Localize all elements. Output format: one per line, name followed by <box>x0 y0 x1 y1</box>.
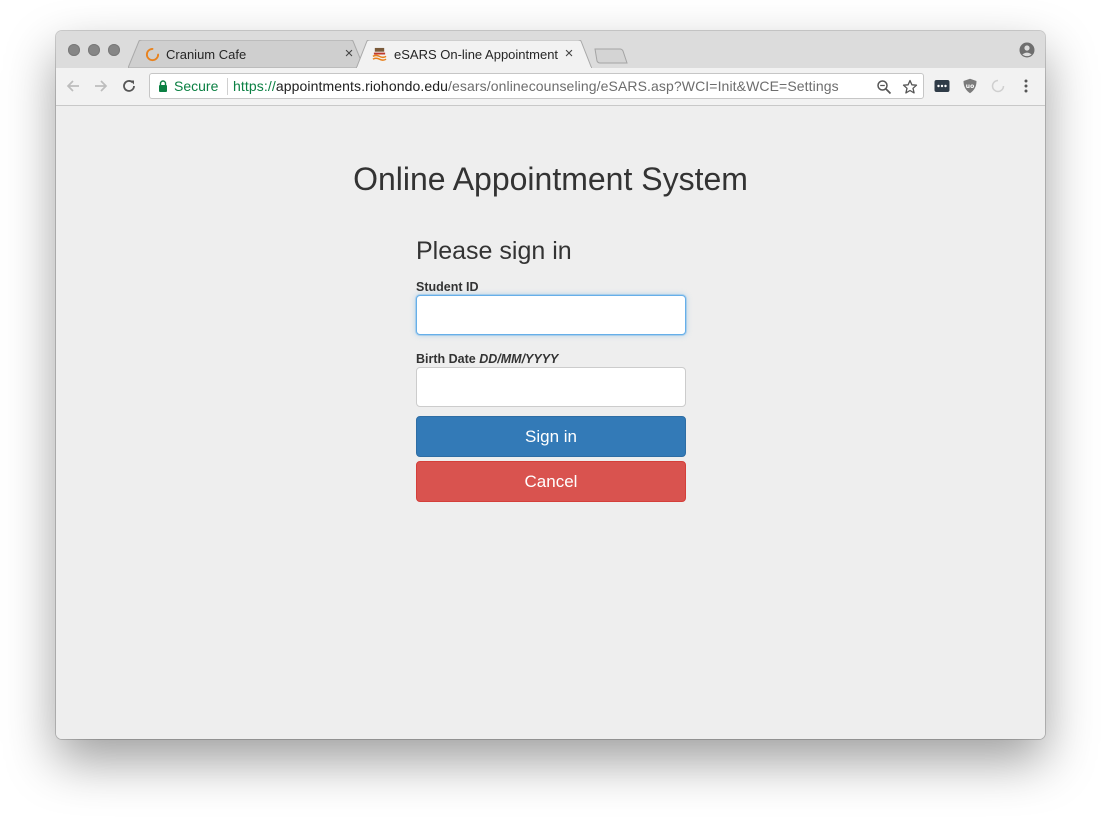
student-id-input[interactable] <box>416 295 686 335</box>
browser-toolbar: Secure https://appointments.riohondo.edu… <box>56 68 1045 106</box>
student-id-label: Student ID <box>416 280 479 295</box>
form-heading: Please sign in <box>416 237 572 265</box>
tab-cranium-cafe[interactable]: Cranium Cafe × <box>128 40 368 68</box>
forward-arrow-icon[interactable] <box>92 77 110 95</box>
lock-icon <box>159 80 167 92</box>
school-logo-icon <box>372 47 387 61</box>
omnibox-divider <box>227 78 228 95</box>
extension-loading-icon[interactable] <box>990 78 1006 94</box>
birth-date-format-hint: DD/MM/YYYY <box>479 352 559 366</box>
url-path: /esars/onlinecounseling/eSARS.asp?WCI=In… <box>448 78 839 94</box>
cancel-button[interactable]: Cancel <box>416 461 686 502</box>
menu-kebab-icon[interactable] <box>1018 78 1034 94</box>
sign-in-button[interactable]: Sign in <box>416 416 686 457</box>
svg-text:uo: uo <box>966 83 974 90</box>
browser-window: Cranium Cafe × eSARS On-line Appointment… <box>56 31 1045 739</box>
birth-date-input[interactable] <box>416 367 686 407</box>
close-tab-icon[interactable]: × <box>562 46 576 61</box>
back-arrow-icon[interactable] <box>64 77 82 95</box>
bookmark-star-icon[interactable] <box>902 79 918 95</box>
url-scheme: https:// <box>233 78 276 94</box>
url-text: https://appointments.riohondo.edu/esars/… <box>233 78 839 95</box>
new-tab-button[interactable] <box>594 48 628 64</box>
page-title: Online Appointment System <box>353 161 748 197</box>
birth-date-label-text: Birth Date <box>416 352 476 366</box>
reload-icon[interactable] <box>120 77 138 95</box>
minimize-window-button[interactable] <box>88 44 100 56</box>
password-manager-extension-icon[interactable] <box>934 78 950 94</box>
tab-strip: Cranium Cafe × eSARS On-line Appointment… <box>56 31 1045 69</box>
tab-title: Cranium Cafe <box>166 47 247 62</box>
secure-label: Secure <box>174 78 219 94</box>
birth-date-label: Birth Date DD/MM/YYYY <box>416 352 558 367</box>
student-id-label-text: Student ID <box>416 280 479 294</box>
loading-spinner-icon <box>145 47 160 62</box>
ublock-shield-icon[interactable]: uo <box>962 78 978 94</box>
tab-esars[interactable]: eSARS On-line Appointment System × <box>356 40 594 69</box>
tab-title: eSARS On-line Appointment System <box>394 47 558 62</box>
address-bar[interactable]: Secure https://appointments.riohondo.edu… <box>149 73 924 99</box>
maximize-window-button[interactable] <box>108 44 120 56</box>
close-tab-icon[interactable]: × <box>342 46 356 61</box>
close-window-button[interactable] <box>68 44 80 56</box>
page-content: Online Appointment System Please sign in… <box>56 106 1045 739</box>
profile-icon[interactable] <box>1019 42 1035 58</box>
url-host: appointments.riohondo.edu <box>275 78 449 94</box>
zoom-icon[interactable] <box>876 79 892 95</box>
